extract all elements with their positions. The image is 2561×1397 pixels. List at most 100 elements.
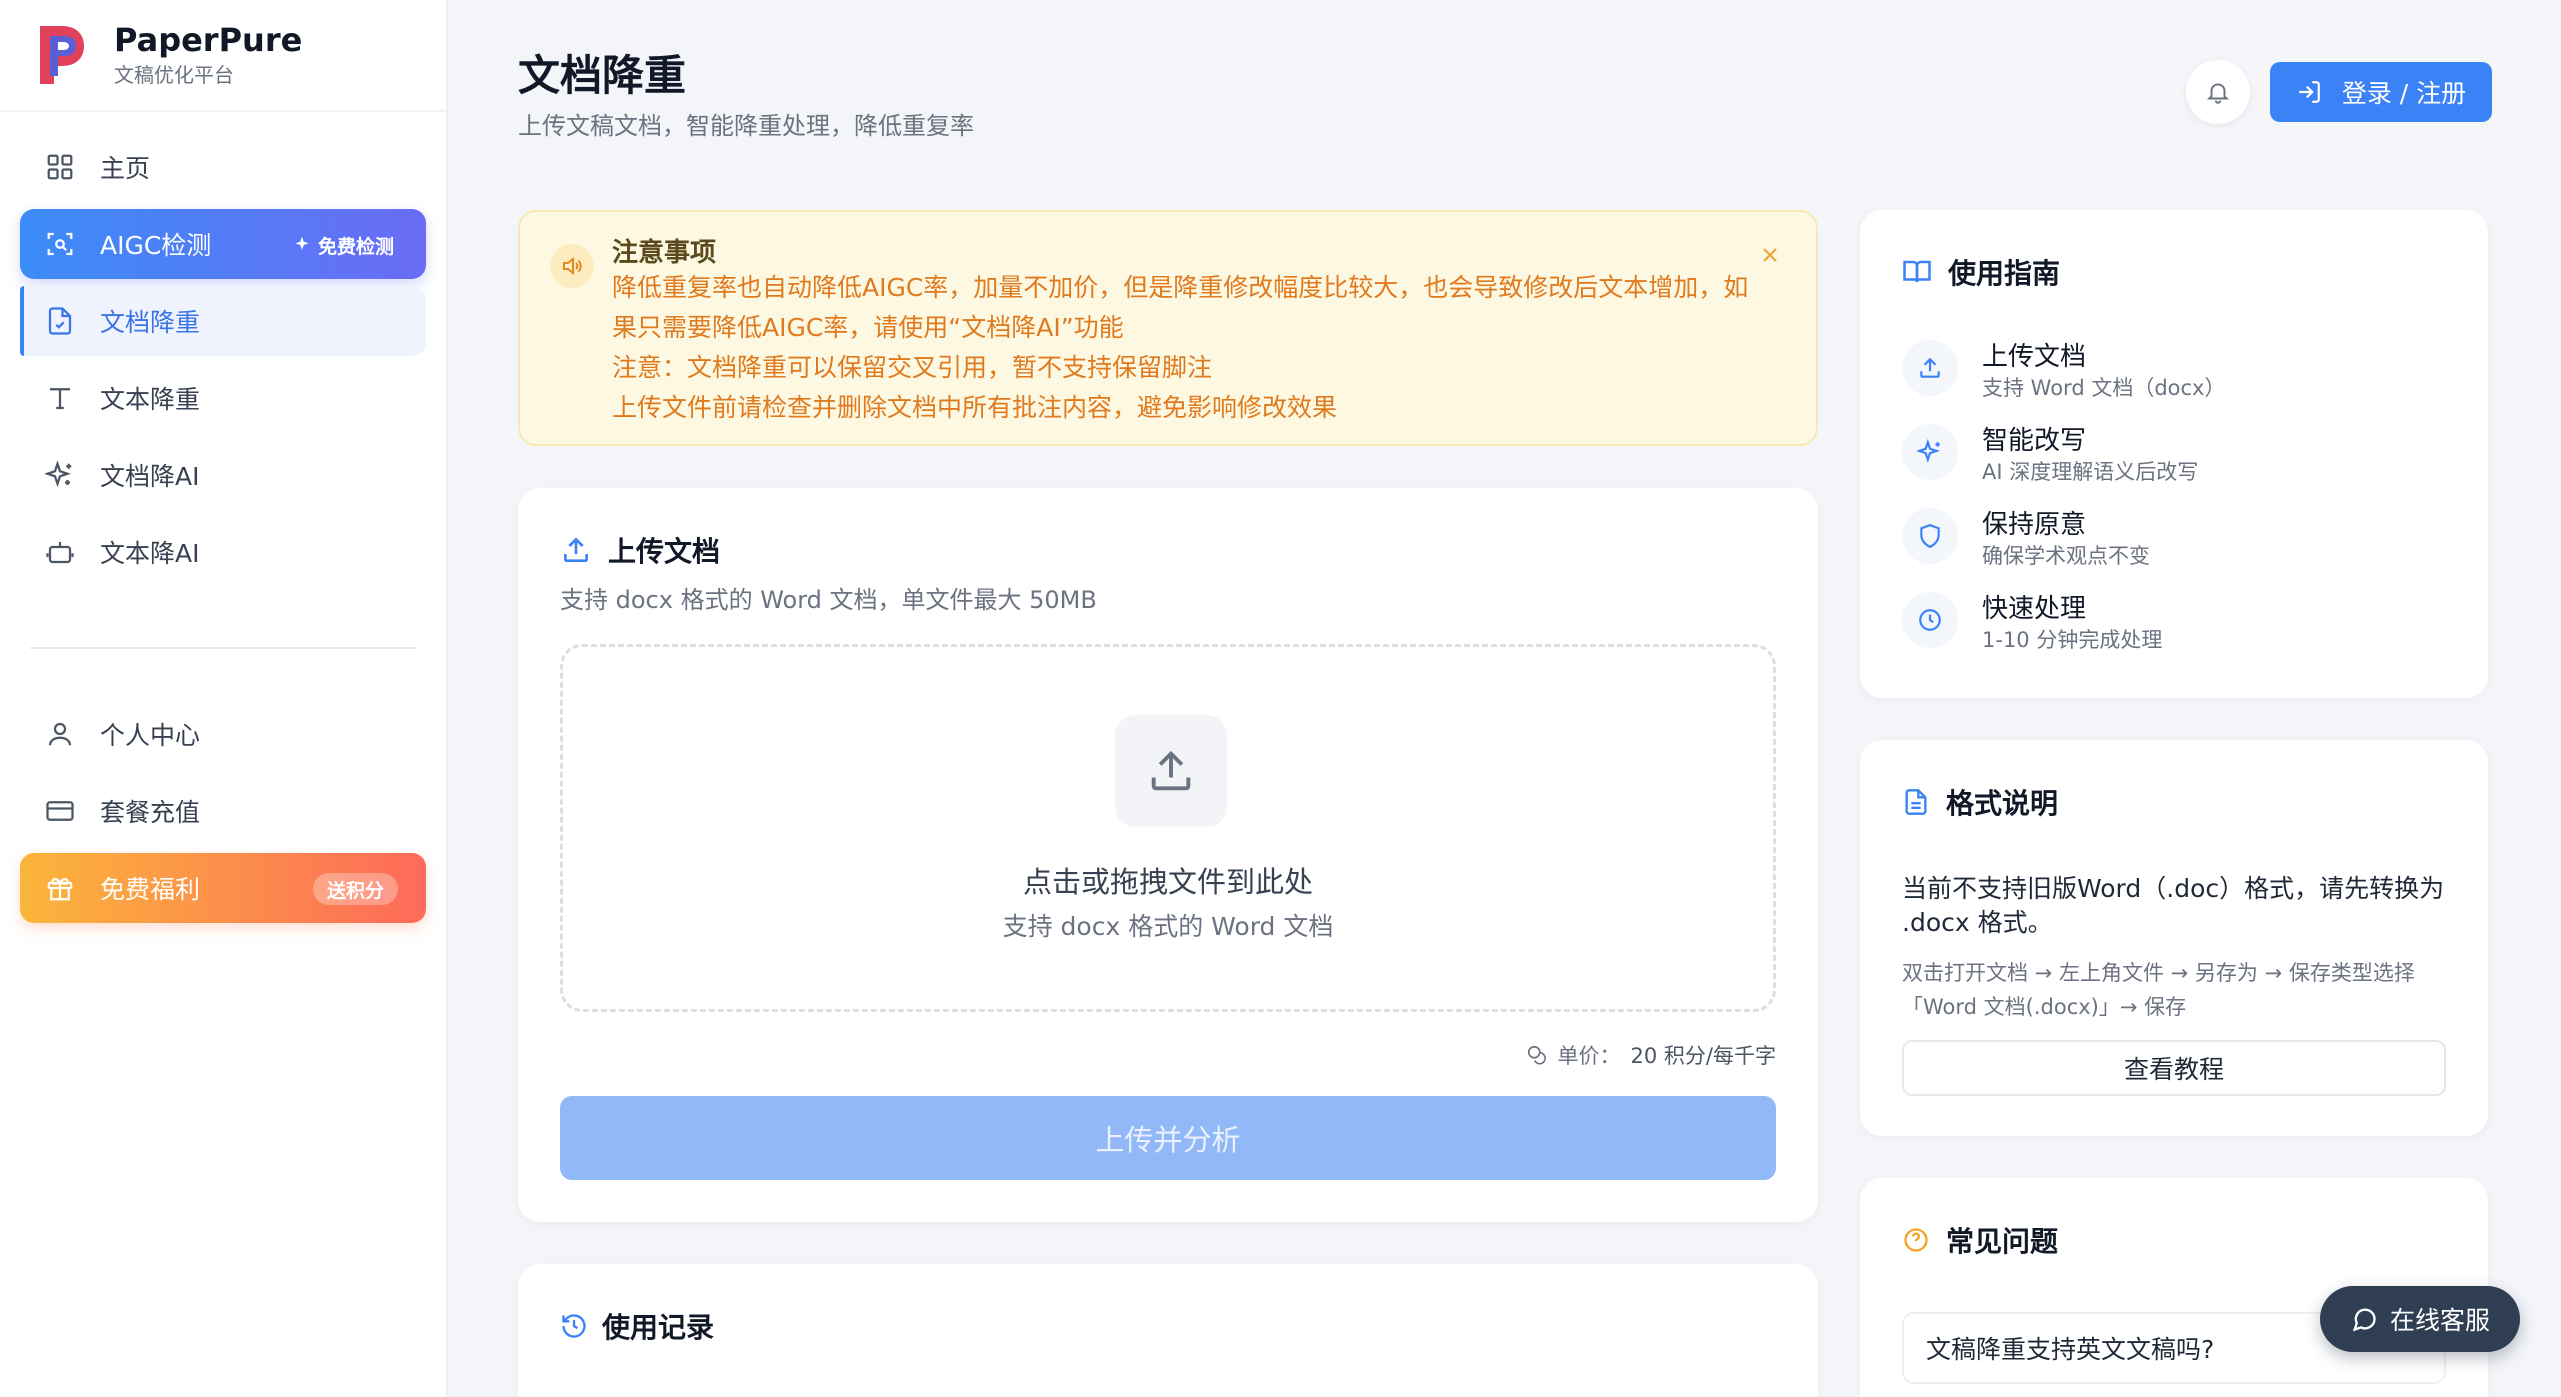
sidebar: PaperPure 文稿优化平台 主页 AIGC检测 免费检测 文档降重 文本降… [0,0,448,1397]
bot-icon [42,534,78,570]
paperpure-logo-icon [36,24,88,86]
sidebar-item-doc-de-ai[interactable]: 文档降AI [20,440,426,510]
close-icon [1763,248,1777,262]
brand-subtitle: 文稿优化平台 [114,63,234,87]
bell-icon [2206,83,2230,104]
notice-close-button[interactable] [1758,240,1782,275]
format-card: 格式说明 当前不支持旧版Word（.doc）格式，请先转换为 .docx 格式。… [1860,740,2488,1136]
upload-icon [564,537,588,562]
login-icon [2299,81,2320,103]
upload-description: 支持 docx 格式的 Word 文档，单文件最大 50MB [560,586,1097,614]
sidebar-item-free-welfare[interactable]: 免费福利 送积分 [20,853,426,923]
notice-content: 降低重复率也自动降低AIGC率，加量不加价，但是降重修改幅度比较大，也会导致修改… [612,268,1752,428]
scan-icon [42,226,78,262]
upload-card: 上传文档 支持 docx 格式的 Word 文档，单文件最大 50MB 点击或拖… [518,488,1818,1222]
points-badge: 送积分 [312,873,398,905]
sidebar-nav: 主页 AIGC检测 免费检测 文档降重 文本降重 文档降AI 文本降AI 个人中… [0,112,446,923]
user-icon [42,716,78,752]
upload-analyze-button[interactable]: 上传并分析 [560,1096,1776,1180]
guide-item-title: 上传文档 [1982,342,2087,372]
sidebar-item-text-rewrite[interactable]: 文本降重 [20,363,426,433]
notice-banner: 注意事项 降低重复率也自动降低AIGC率，加量不加价，但是降重修改幅度比较大，也… [518,210,1818,446]
notice-line: 注意：文档降重可以保留交叉引用，暂不支持保留脚注 [612,353,1213,382]
sidebar-item-label: 文本降AI [100,539,200,568]
free-detect-badge: 免费检测 [286,231,400,259]
format-title: 格式说明 [1946,787,2059,820]
format-steps: 双击打开文档 → 左上角文件 → 另存为 → 保存类型选择「Word 文档(.d… [1902,961,2415,1019]
login-register-button[interactable]: 登录 / 注册 [2270,62,2492,122]
history-icon [562,1314,586,1338]
format-main-text: 当前不支持旧版Word（.doc）格式，请先转换为 .docx 格式。 [1902,874,2445,937]
guide-item-desc: 支持 Word 文档（docx） [1982,376,2226,400]
unit-price: 单价： 20 积分/每千字 [1526,1040,1776,1070]
file-dropzone[interactable]: 点击或拖拽文件到此处 支持 docx 格式的 Word 文档 [560,644,1776,1012]
sidebar-item-home[interactable]: 主页 [20,132,426,202]
upload-icon [1902,340,1958,396]
notice-title: 注意事项 [612,238,717,268]
sidebar-divider [30,647,416,649]
service-label: 在线客服 [2389,1306,2490,1335]
history-card: 使用记录 [518,1264,1818,1397]
guide-item-desc: 1-10 分钟完成处理 [1982,628,2163,652]
gift-icon [42,870,78,906]
view-tutorial-button[interactable]: 查看教程 [1902,1040,2446,1096]
guide-item-rewrite: 智能改写 AI 深度理解语义后改写 [1902,424,2198,486]
format-card-header: 格式说明 [1902,782,2058,822]
faq-title: 常见问题 [1946,1225,2059,1258]
notification-button[interactable] [2186,60,2250,124]
dropzone-sub-text: 支持 docx 格式的 Word 文档 [1002,912,1334,941]
guide-title: 使用指南 [1948,257,2061,290]
clock-icon [1902,592,1958,648]
sidebar-item-text-de-ai[interactable]: 文本降AI [20,517,426,587]
sidebar-item-label: 套餐充值 [100,798,201,827]
sidebar-item-label: 免费福利 [100,875,201,904]
guide-item-title: 快速处理 [1982,594,2087,624]
book-open-icon [1903,260,1931,283]
guide-card-header: 使用指南 [1902,252,2060,292]
guide-item-title: 智能改写 [1982,426,2087,456]
sidebar-item-label: 主页 [100,154,151,183]
history-card-header: 使用记录 [560,1306,714,1346]
sidebar-item-profile[interactable]: 个人中心 [20,699,426,769]
chat-icon [2352,1308,2376,1332]
guide-item-upload: 上传文档 支持 Word 文档（docx） [1902,340,2225,402]
card-icon [42,793,78,829]
upload-icon [1115,715,1227,827]
sidebar-item-aigc-detect[interactable]: AIGC检测 免费检测 [20,209,426,279]
sidebar-item-doc-rewrite[interactable]: 文档降重 [20,286,426,356]
notice-line: 上传文件前请检查并删除文档中所有批注内容，避免影响修改效果 [612,393,1338,422]
price-value: 20 积分/每千字 [1630,1044,1776,1068]
sparkles-icon [1902,424,1958,480]
guide-item-title: 保持原意 [1982,510,2087,540]
sidebar-item-label: 文本降重 [100,385,201,414]
online-service-button[interactable]: 在线客服 [2320,1286,2520,1352]
guide-card: 使用指南 上传文档 支持 Word 文档（docx） 智能改写 AI 深度理解语… [1860,210,2488,698]
faq-card-header: 常见问题 [1902,1220,2058,1260]
guide-item-desc: AI 深度理解语义后改写 [1982,460,2199,484]
guide-item-desc: 确保学术观点不变 [1982,544,2150,568]
brand[interactable]: PaperPure 文稿优化平台 [0,0,446,112]
sidebar-item-label: AIGC检测 [100,231,212,260]
upload-title: 上传文档 [608,535,721,568]
file-check-icon [42,303,78,339]
sidebar-item-recharge[interactable]: 套餐充值 [20,776,426,846]
sparkles-icon [295,236,309,250]
guide-item-fast: 快速处理 1-10 分钟完成处理 [1902,592,2162,654]
page-title: 文档降重 [518,51,687,100]
sidebar-item-label: 文档降AI [100,462,200,491]
notice-line: 降低重复率也自动降低AIGC率，加量不加价，但是降重修改幅度比较大，也会导致修改… [612,273,1749,342]
dropzone-main-text: 点击或拖拽文件到此处 [1022,865,1313,899]
history-title: 使用记录 [602,1311,715,1344]
file-text-icon [1905,789,1927,815]
help-circle-icon [1904,1228,1928,1252]
grid-icon [42,149,78,185]
text-icon [42,380,78,416]
speaker-icon [550,244,594,288]
sidebar-item-label: 文档降重 [100,308,201,337]
sidebar-item-label: 个人中心 [100,721,201,750]
login-label: 登录 / 注册 [2341,79,2467,108]
page-subtitle: 上传文稿文档，智能降重处理，降低重复率 [518,112,974,140]
price-label: 单价： [1557,1044,1621,1068]
guide-item-keep-meaning: 保持原意 确保学术观点不变 [1902,508,2150,570]
shield-icon [1902,508,1958,564]
